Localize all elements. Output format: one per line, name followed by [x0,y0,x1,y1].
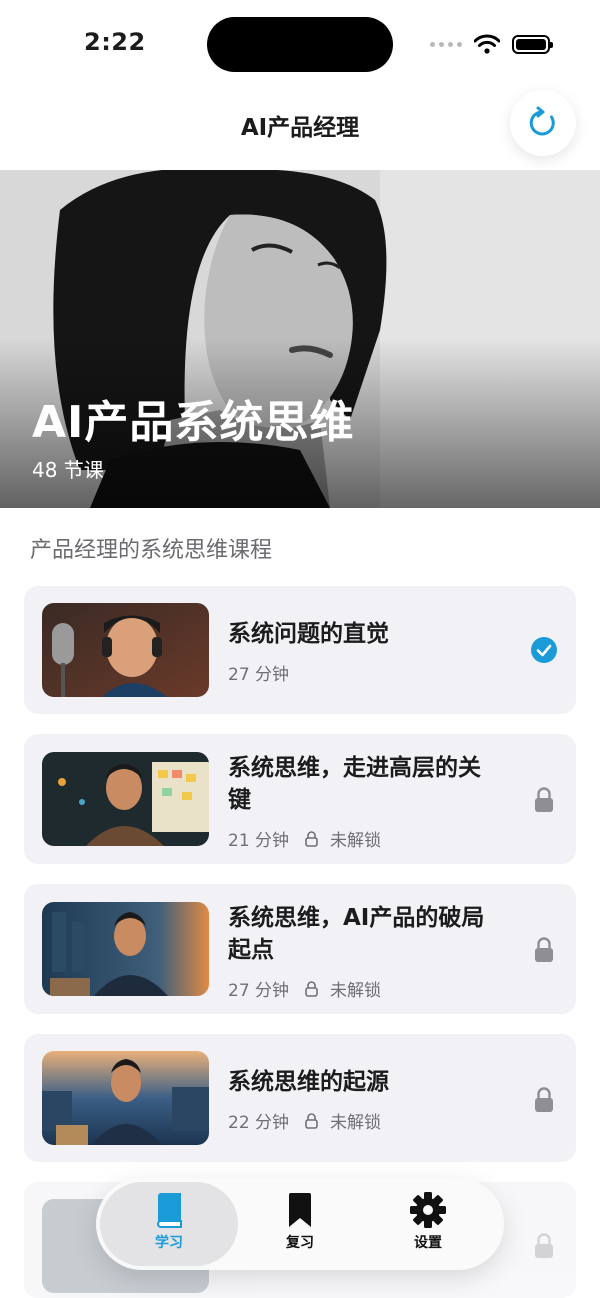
completed-check-icon [530,636,558,664]
gear-icon [410,1192,446,1228]
refresh-button[interactable] [510,90,576,156]
lesson-title: 系统思维的起源 [228,1069,389,1095]
lesson-thumbnail [42,1051,209,1145]
lesson-duration: 27 分钟 [228,981,290,1001]
cellular-signal-icon [430,41,462,47]
lock-status: 未解锁 [330,981,382,1001]
lesson-thumbnail [42,752,209,846]
status-indicators [430,34,553,54]
locked-icon [530,1232,558,1260]
lesson-card[interactable]: 系统思维的起源 22 分钟 未解锁 [24,1034,576,1162]
dynamic-island [207,17,393,72]
lesson-count: 48 节课 [32,458,104,482]
refresh-icon [529,106,555,136]
bookmark-icon [289,1193,311,1227]
lesson-thumbnail [42,902,209,996]
course-hero: AI产品系统思维 48 节课 [0,170,600,508]
book-icon [156,1193,182,1228]
course-title: AI产品系统思维 [32,397,355,448]
lesson-duration: 22 分钟 [228,1113,290,1133]
course-subtitle: 产品经理的系统思维课程 [30,538,273,563]
wifi-icon [474,34,500,54]
tab-bar: 学习 复习 设置 [96,1178,504,1270]
lock-icon [305,830,318,847]
lesson-title: 系统问题的直觉 [228,621,389,647]
lesson-meta: 21 分钟 未解锁 [228,826,381,851]
lock-icon [305,980,318,997]
lesson-duration: 21 分钟 [228,831,290,851]
locked-icon [530,786,558,814]
lesson-card[interactable]: 系统思维，AI产品的破局起点 27 分钟 未解锁 [24,884,576,1014]
tab-label: 设置 [414,1235,442,1251]
lock-status: 未解锁 [330,1113,382,1133]
lock-icon [305,1112,318,1129]
tab-study[interactable]: 学习 [119,1192,219,1252]
tab-settings[interactable]: 设置 [378,1192,478,1252]
lock-status: 未解锁 [330,831,382,851]
lesson-title: 系统思维，AI产品的破局起点 [228,905,485,963]
locked-icon [530,1086,558,1114]
battery-icon [512,34,553,54]
locked-icon [530,936,558,964]
lesson-card[interactable]: 系统思维，走进高层的关键 21 分钟 未解锁 [24,734,576,864]
status-time: 2:22 [84,28,146,56]
lesson-meta: 27 分钟 [228,660,289,685]
lesson-duration: 27 分钟 [228,665,290,685]
lesson-thumbnail [42,603,209,697]
status-bar: 2:22 [0,0,600,88]
tab-label: 学习 [155,1235,183,1251]
tab-label: 复习 [286,1235,314,1251]
tab-review[interactable]: 复习 [250,1192,350,1252]
lesson-meta: 22 分钟 未解锁 [228,1108,381,1133]
lesson-card[interactable]: 系统问题的直觉 27 分钟 [24,586,576,714]
lesson-title: 系统思维，走进高层的关键 [228,755,481,813]
lesson-meta: 27 分钟 未解锁 [228,976,381,1001]
